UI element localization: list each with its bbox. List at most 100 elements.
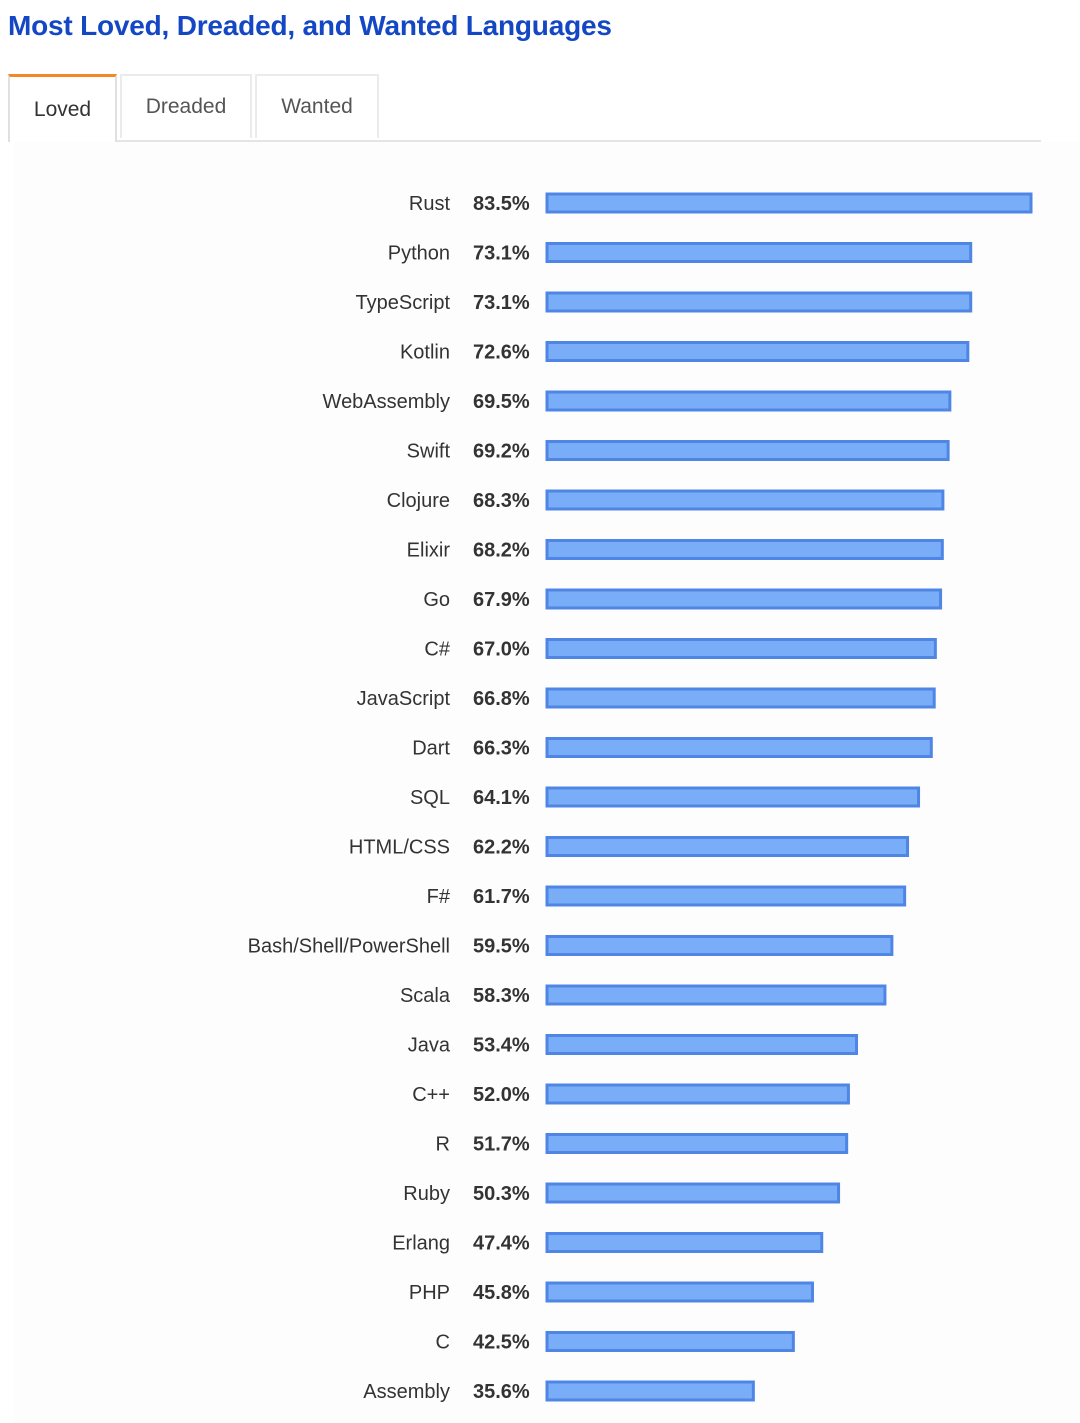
bar bbox=[545, 786, 921, 808]
category-label: Assembly bbox=[363, 1381, 450, 1403]
bar-row: Dart 66.3% bbox=[412, 737, 933, 760]
value-label: 35.6% bbox=[473, 1381, 530, 1403]
bar-row: WebAssembly 69.5% bbox=[323, 390, 952, 413]
bar bbox=[545, 539, 944, 560]
value-label: 67.9% bbox=[473, 589, 530, 611]
bar-row: Erlang 47.4% bbox=[392, 1232, 824, 1255]
value-label: 72.6% bbox=[473, 342, 530, 364]
bar-row: SQL 64.1% bbox=[410, 786, 921, 809]
category-label: Go bbox=[423, 589, 450, 611]
value-label: 47.4% bbox=[473, 1233, 530, 1255]
value-label: 45.8% bbox=[473, 1282, 530, 1304]
bar bbox=[545, 588, 943, 610]
category-label: Erlang bbox=[392, 1233, 450, 1255]
bar-row: Kotlin 72.6% bbox=[400, 341, 970, 364]
value-label: 58.3% bbox=[473, 985, 530, 1007]
bar-row: Python 73.1% bbox=[388, 242, 973, 265]
bar bbox=[545, 1182, 841, 1204]
category-label: TypeScript bbox=[356, 292, 451, 314]
bar-row: PHP 45.8% bbox=[409, 1281, 814, 1304]
bar bbox=[545, 885, 907, 907]
value-label: 73.1% bbox=[473, 292, 530, 314]
value-label: 69.5% bbox=[473, 391, 530, 413]
bar bbox=[545, 638, 937, 659]
bar-chart: Rust 83.5% Python 73.1% TypeScript 73.1% Kotli… bbox=[248, 192, 1033, 1403]
category-label: Elixir bbox=[407, 540, 451, 562]
bar-row: R 51.7% bbox=[436, 1133, 849, 1156]
bar-row: TypeScript 73.1% bbox=[356, 291, 973, 314]
value-label: 42.5% bbox=[473, 1332, 530, 1354]
bar-row: C# 67.0% bbox=[424, 638, 937, 661]
category-label: Java bbox=[408, 1035, 451, 1057]
value-label: 66.8% bbox=[473, 688, 530, 710]
bar-row: Go 67.9% bbox=[423, 588, 943, 611]
value-label: 59.5% bbox=[473, 936, 530, 958]
value-label: 61.7% bbox=[473, 886, 530, 908]
bar-row: Ruby 50.3% bbox=[403, 1182, 841, 1205]
bar bbox=[545, 1133, 849, 1154]
value-label: 68.2% bbox=[473, 540, 530, 562]
value-label: 64.1% bbox=[473, 787, 530, 809]
category-label: Clojure bbox=[387, 490, 450, 512]
category-label: F# bbox=[427, 886, 451, 908]
bar-row: Rust 83.5% bbox=[409, 192, 1033, 215]
bar bbox=[545, 1034, 859, 1055]
value-label: 53.4% bbox=[473, 1035, 530, 1057]
bar-row: Scala 58.3% bbox=[400, 984, 887, 1007]
category-label: Dart bbox=[412, 738, 450, 760]
value-label: 51.7% bbox=[473, 1134, 530, 1156]
bar bbox=[545, 291, 973, 313]
value-label: 62.2% bbox=[473, 837, 530, 859]
bar bbox=[545, 737, 933, 758]
bar bbox=[545, 1380, 755, 1402]
category-label: Scala bbox=[400, 985, 451, 1007]
value-label: 52.0% bbox=[473, 1084, 530, 1106]
bar bbox=[545, 341, 970, 362]
bar bbox=[545, 836, 910, 857]
bar-row: Swift 69.2% bbox=[407, 440, 950, 463]
value-label: 68.3% bbox=[473, 490, 530, 512]
category-label: Python bbox=[388, 243, 450, 265]
category-label: WebAssembly bbox=[323, 391, 450, 413]
bar bbox=[545, 1281, 814, 1303]
bar bbox=[545, 984, 887, 1006]
category-label: HTML/CSS bbox=[349, 837, 450, 859]
value-label: 66.3% bbox=[473, 738, 530, 760]
category-label: C bbox=[436, 1332, 450, 1354]
bar bbox=[545, 1232, 824, 1253]
bar bbox=[545, 687, 936, 709]
bar-row: Bash/Shell/PowerShell 59.5% bbox=[248, 935, 894, 958]
category-label: C# bbox=[424, 639, 450, 661]
category-label: PHP bbox=[409, 1282, 450, 1304]
bar-row: Clojure 68.3% bbox=[387, 489, 945, 512]
bar bbox=[545, 489, 945, 511]
value-label: 69.2% bbox=[473, 441, 530, 463]
category-label: Rust bbox=[409, 193, 451, 215]
category-label: C++ bbox=[412, 1084, 450, 1106]
bar-row: Java 53.4% bbox=[408, 1034, 859, 1057]
bar bbox=[545, 242, 973, 263]
bar bbox=[545, 1083, 850, 1105]
value-label: 83.5% bbox=[473, 193, 530, 215]
bar bbox=[545, 390, 952, 412]
bar bbox=[545, 935, 894, 956]
category-label: JavaScript bbox=[357, 688, 451, 710]
category-label: Kotlin bbox=[400, 342, 450, 364]
category-label: Ruby bbox=[403, 1183, 450, 1205]
bar-row: HTML/CSS 62.2% bbox=[349, 836, 910, 859]
bar bbox=[545, 192, 1033, 214]
category-label: R bbox=[436, 1134, 450, 1156]
bar-row: C++ 52.0% bbox=[412, 1083, 850, 1106]
category-label: Bash/Shell/PowerShell bbox=[248, 936, 450, 958]
value-label: 50.3% bbox=[473, 1183, 530, 1205]
value-label: 73.1% bbox=[473, 243, 530, 265]
bar-row: Elixir 68.2% bbox=[407, 539, 944, 562]
bar bbox=[545, 1331, 795, 1352]
bar-row: JavaScript 66.8% bbox=[357, 687, 936, 710]
bar-row: C 42.5% bbox=[436, 1331, 795, 1354]
bar bbox=[545, 440, 950, 461]
bar-row: Assembly 35.6% bbox=[363, 1380, 755, 1403]
category-label: SQL bbox=[410, 787, 450, 809]
value-label: 67.0% bbox=[473, 639, 530, 661]
bar-row: F# 61.7% bbox=[427, 885, 907, 908]
